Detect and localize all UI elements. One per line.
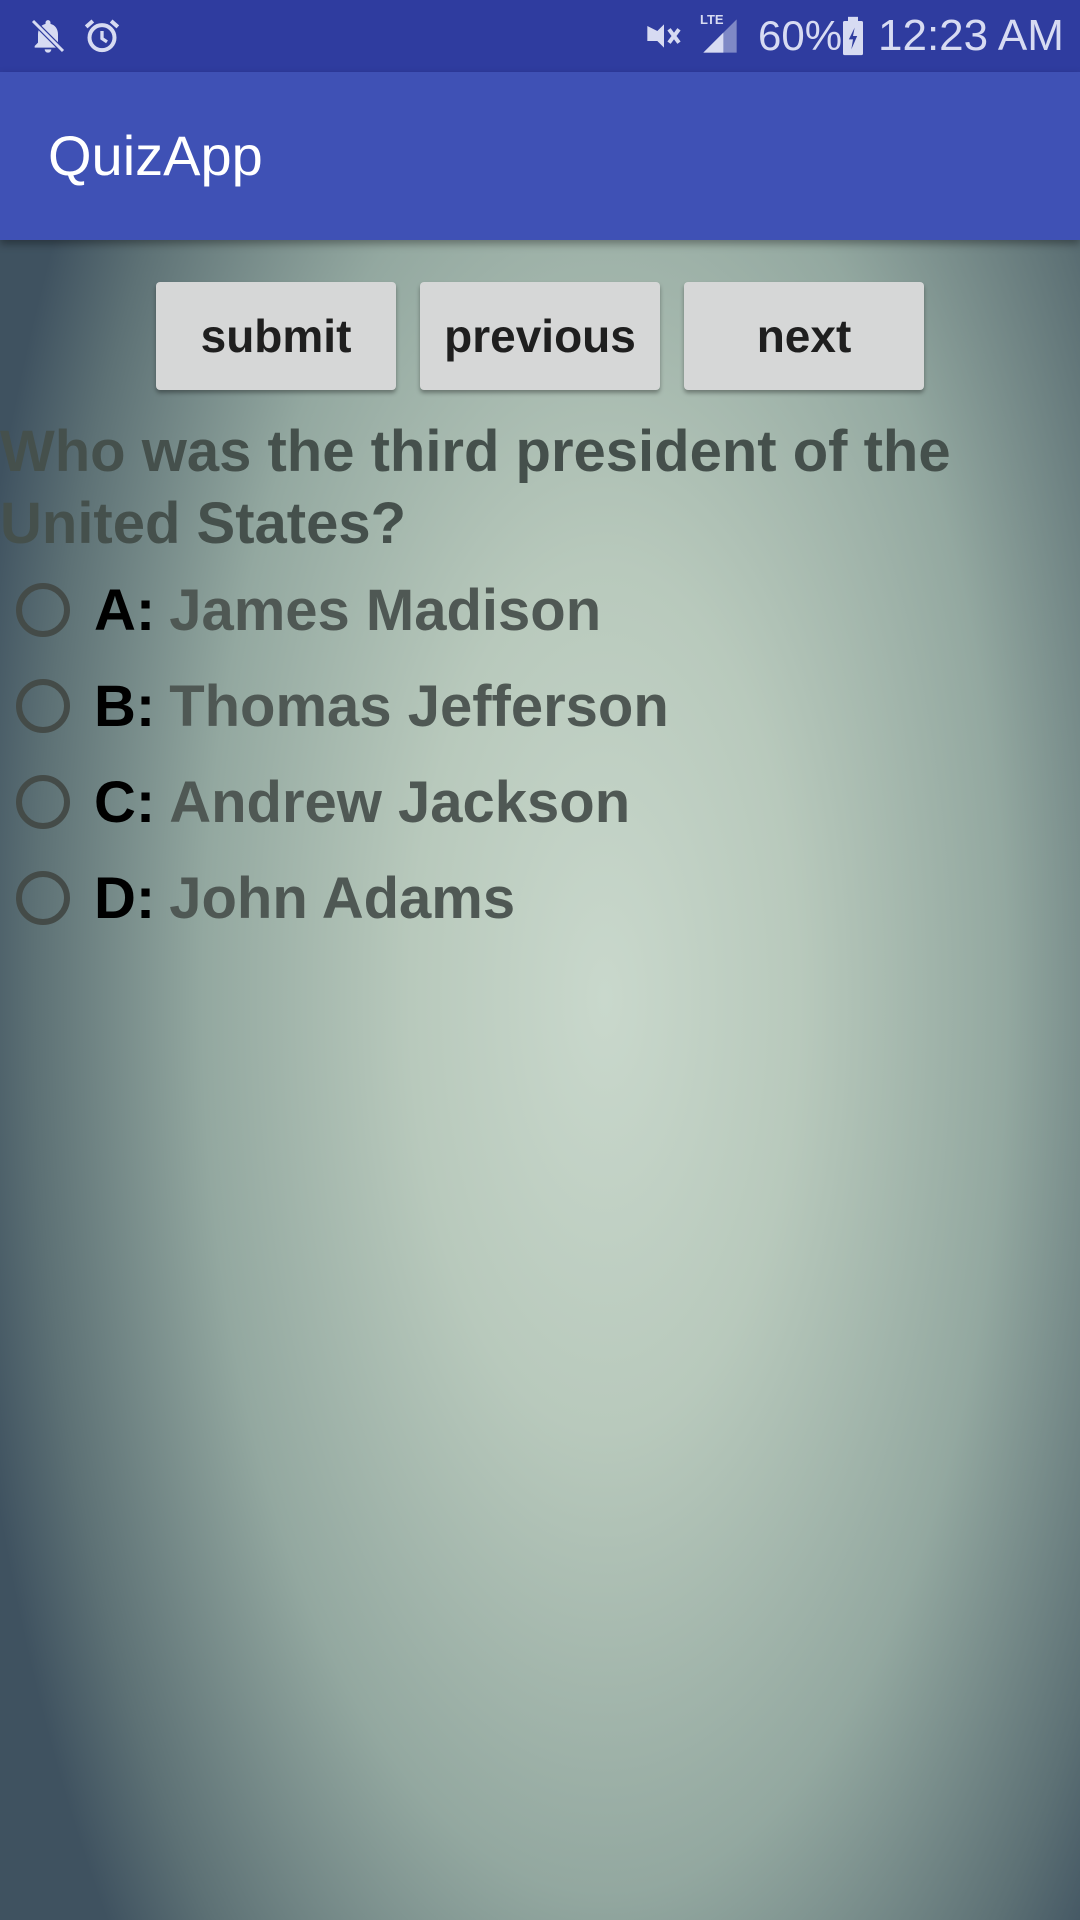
question-text: Who was the third president of the Unite… bbox=[0, 419, 951, 556]
battery-charging-icon bbox=[838, 14, 868, 58]
option-letter: B: bbox=[94, 673, 156, 739]
option-letter: A: bbox=[94, 577, 156, 643]
submit-button[interactable]: submit bbox=[156, 282, 396, 390]
vibrate-icon bbox=[640, 14, 688, 58]
notifications-off-icon bbox=[26, 14, 70, 58]
option-text: Thomas Jefferson bbox=[169, 673, 669, 739]
status-clock: 12:23 AM bbox=[878, 11, 1064, 60]
option-d[interactable]: D: John Adams bbox=[16, 858, 515, 938]
app-title: QuizApp bbox=[48, 124, 263, 187]
option-letter: D: bbox=[94, 865, 156, 931]
option-text: Andrew Jackson bbox=[169, 769, 631, 835]
option-text: James Madison bbox=[169, 577, 602, 643]
status-bar: LTE 60% 12:23 AM bbox=[0, 0, 1080, 72]
next-button[interactable]: next bbox=[684, 282, 924, 390]
radio-button-a[interactable] bbox=[16, 583, 70, 637]
radio-button-b[interactable] bbox=[16, 679, 70, 733]
lte-signal-icon: LTE bbox=[696, 12, 744, 58]
option-c[interactable]: C: Andrew Jackson bbox=[16, 762, 630, 842]
lte-label: LTE bbox=[700, 12, 724, 27]
option-text: John Adams bbox=[169, 865, 516, 931]
battery-percent: 60% bbox=[758, 12, 843, 59]
option-letter: C: bbox=[94, 769, 156, 835]
app-bar: QuizApp bbox=[0, 72, 1080, 240]
option-b[interactable]: B: Thomas Jefferson bbox=[16, 666, 669, 746]
previous-button[interactable]: previous bbox=[420, 282, 660, 390]
radio-button-d[interactable] bbox=[16, 871, 70, 925]
radio-button-c[interactable] bbox=[16, 775, 70, 829]
option-a[interactable]: A: James Madison bbox=[16, 570, 601, 650]
alarm-icon bbox=[80, 14, 124, 58]
quiz-screen: LTE 60% 12:23 AM QuizApp submit previous… bbox=[0, 0, 1080, 1920]
